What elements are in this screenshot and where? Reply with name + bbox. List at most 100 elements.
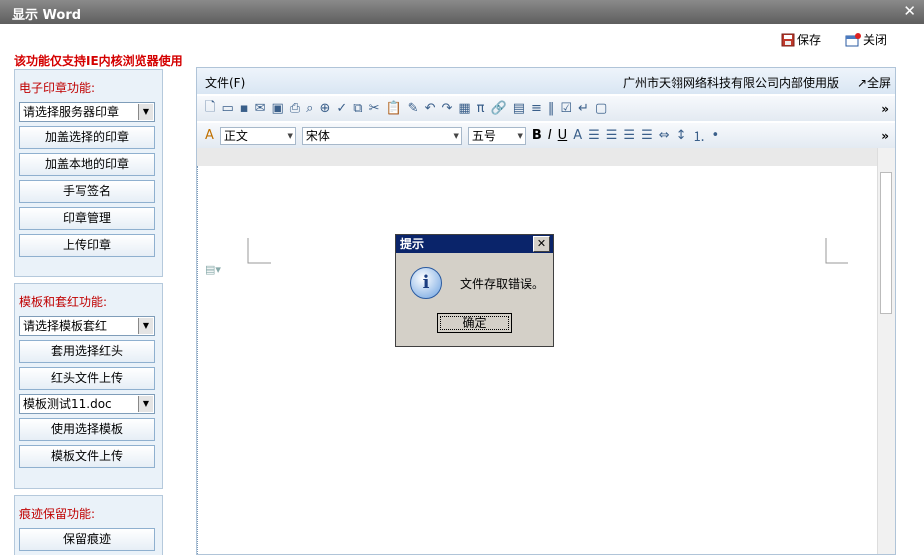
font-size-value: 五号 [471, 128, 496, 143]
window-close-icon[interactable]: ✕ [903, 2, 916, 20]
page-view-icon[interactable]: ▢ [595, 101, 607, 116]
trace-panel: 痕迹保留功能: 保留痕迹 [14, 495, 163, 555]
editor-menubar: 文件(F) 广州市天翎网络科技有限公司内部使用版 ↗全屏 [197, 68, 895, 94]
keep-trace-button[interactable]: 保留痕迹 [19, 528, 155, 551]
columns-icon[interactable]: ≡ [531, 101, 542, 116]
upload-redhead-button[interactable]: 红头文件上传 [19, 367, 155, 390]
dialog-close-icon[interactable]: ✕ [533, 236, 550, 252]
doc-template-select[interactable]: 模板测试11.doc ▼ [19, 394, 155, 414]
dialog-titlebar: 提示 ✕ [396, 235, 553, 253]
seal-heading: 电子印章功能: [19, 81, 96, 95]
floppy-icon [781, 33, 795, 46]
ie-only-notice: 该功能仅支持IE内核浏览器使用 [14, 54, 183, 68]
info-icon: i [410, 267, 442, 299]
apply-redhead-button[interactable]: 套用选择红头 [19, 340, 155, 363]
table-icon[interactable]: ▦ [458, 101, 470, 116]
paragraph-marker-icon: ▤▾ [205, 263, 221, 276]
server-seal-select[interactable]: 请选择服务器印章 ▼ [19, 102, 155, 122]
line-spacing-icon[interactable]: ↕ [676, 128, 687, 143]
insert-icon[interactable]: ⊕ [319, 101, 330, 116]
show-marks-icon[interactable]: ↵ [578, 101, 589, 116]
align-right-icon[interactable]: ☰ [623, 128, 635, 143]
seal-manage-button[interactable]: 印章管理 [19, 207, 155, 230]
review-icon[interactable]: ☑ [560, 101, 572, 116]
redhead-template-select-value: 请选择模板套红 [23, 319, 108, 333]
format-painter-icon[interactable]: ✎ [408, 101, 419, 116]
open-icon[interactable]: ▭ [221, 101, 233, 116]
bullets-icon[interactable]: • [712, 128, 720, 143]
page-corner-marks [247, 238, 848, 264]
dialog-title: 提示 [400, 237, 425, 251]
print-preview-icon[interactable]: ⌕ [306, 101, 313, 116]
window-titlebar: 显示 Word ✕ [0, 0, 924, 24]
style-value: 正文 [223, 128, 248, 143]
undo-icon[interactable]: ↶ [425, 101, 436, 116]
dropdown-arrow-icon: ▼ [138, 396, 153, 412]
spellcheck-icon[interactable]: ✓ [336, 101, 347, 116]
close-button[interactable]: 关闭 [845, 31, 887, 48]
dropdown-arrow-icon: ▼ [287, 131, 293, 140]
server-seal-select-value: 请选择服务器印章 [23, 105, 120, 119]
format-toolbar: A 正文 ▼ 宋体 ▼ 五号 ▼ B I U A ☰ ☰ ☰ ☰ ⇔ ↕ ⒈ •… [197, 122, 895, 148]
pdf-icon[interactable]: ▣ [271, 101, 283, 116]
save-button[interactable]: 保存 [781, 31, 821, 48]
dropdown-arrow-icon: ▼ [453, 131, 459, 140]
menu-file[interactable]: 文件(F) [205, 74, 245, 91]
standard-toolbar: 🗋 ▭ ▪ ✉ ▣ ⎙ ⌕ ⊕ ✓ ⧉ ✂ 📋 ✎ ↶ ↷ ▦ π 🔗 ▤ ≡ … [197, 95, 895, 121]
underline-icon[interactable]: U [558, 128, 568, 143]
document-page[interactable]: ▤▾ [197, 166, 878, 554]
numbering-icon[interactable]: ⒈ [693, 126, 706, 145]
bold-icon[interactable]: B [532, 128, 542, 143]
stamp-local-button[interactable]: 加盖本地的印章 [19, 153, 155, 176]
copy-icon[interactable]: ⧉ [353, 101, 362, 116]
dialog-message: 文件存取错误。 [460, 277, 545, 291]
toolbar-more-icon[interactable]: » [881, 102, 889, 116]
redhead-template-select[interactable]: 请选择模板套红 ▼ [19, 316, 155, 336]
font-color-icon[interactable]: A [573, 128, 582, 143]
scrollbar-thumb[interactable] [880, 172, 892, 314]
template-heading: 模板和套红功能: [19, 295, 108, 309]
pi-formula-icon[interactable]: π [477, 101, 485, 116]
align-center-icon[interactable]: ☰ [606, 128, 618, 143]
new-doc-icon[interactable]: 🗋 [205, 98, 215, 120]
handwrite-sign-button[interactable]: 手写签名 [19, 180, 155, 203]
close-label: 关闭 [863, 33, 888, 47]
use-template-button[interactable]: 使用选择模板 [19, 418, 155, 441]
styles-icon[interactable]: A [205, 128, 214, 143]
paste-icon[interactable]: 📋 [385, 101, 401, 116]
upload-seal-button[interactable]: 上传印章 [19, 234, 155, 257]
print-icon[interactable]: ⎙ [290, 101, 300, 116]
grid-icon[interactable]: ▤ [513, 101, 525, 116]
dropdown-arrow-icon: ▼ [517, 131, 523, 140]
trace-heading: 痕迹保留功能: [19, 507, 96, 521]
font-size-dropdown[interactable]: 五号 ▼ [467, 126, 526, 145]
format-more-icon[interactable]: » [881, 129, 889, 143]
ok-button[interactable]: 确定 [437, 313, 512, 333]
close-window-icon [845, 32, 861, 46]
cut-icon[interactable]: ✂ [369, 101, 380, 116]
template-panel: 模板和套红功能: 请选择模板套红 ▼ 套用选择红头 红头文件上传 模板测试11.… [14, 283, 163, 489]
fullscreen-button[interactable]: ↗全屏 [857, 74, 891, 91]
seal-panel: 电子印章功能: 请选择服务器印章 ▼ 加盖选择的印章 加盖本地的印章 手写签名 … [14, 69, 163, 277]
font-dropdown[interactable]: 宋体 ▼ [301, 126, 462, 145]
italic-icon[interactable]: I [548, 128, 552, 143]
align-left-icon[interactable]: ☰ [588, 128, 600, 143]
text-direction-icon[interactable]: ‖ [548, 101, 555, 116]
dropdown-arrow-icon: ▼ [138, 104, 153, 120]
distribute-icon[interactable]: ⇔ [659, 128, 670, 143]
doc-template-select-value: 模板测试11.doc [23, 397, 112, 411]
window-title: 显示 Word [12, 8, 82, 23]
upload-template-button[interactable]: 模板文件上传 [19, 445, 155, 468]
justify-icon[interactable]: ☰ [641, 128, 653, 143]
dropdown-arrow-icon: ▼ [138, 318, 153, 334]
font-value: 宋体 [305, 128, 330, 143]
redo-icon[interactable]: ↷ [441, 101, 452, 116]
save-label: 保存 [797, 33, 822, 47]
mail-icon[interactable]: ✉ [255, 101, 266, 116]
save-icon[interactable]: ▪ [240, 101, 249, 116]
ruler [197, 148, 877, 167]
vertical-scrollbar[interactable] [877, 148, 895, 554]
hyperlink-icon[interactable]: 🔗 [491, 101, 507, 116]
stamp-selected-button[interactable]: 加盖选择的印章 [19, 126, 155, 149]
style-dropdown[interactable]: 正文 ▼ [219, 126, 296, 145]
